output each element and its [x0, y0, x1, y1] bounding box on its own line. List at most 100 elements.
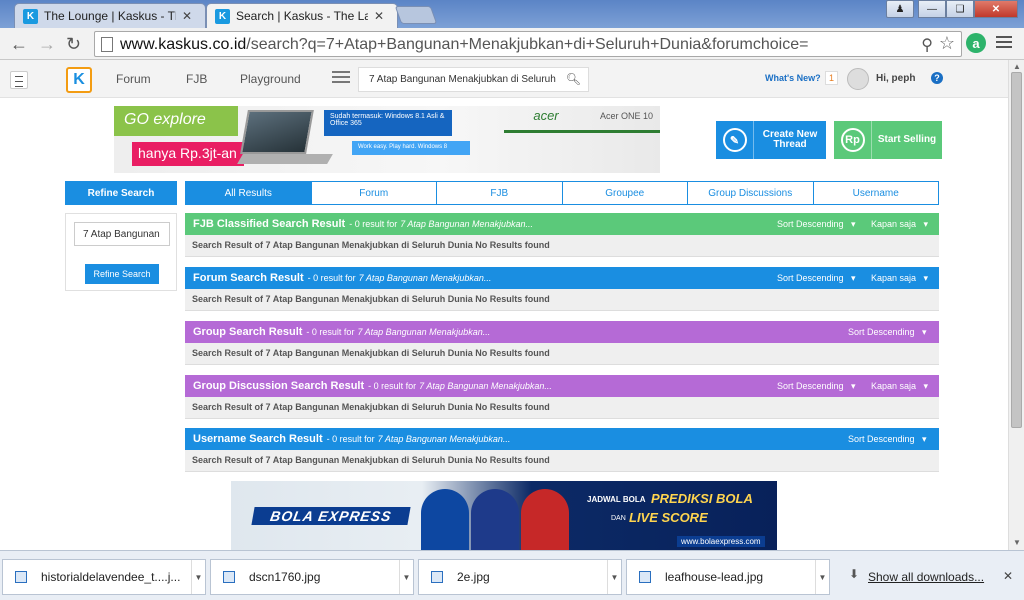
download-item[interactable]: dscn1760.jpg ▼ [210, 559, 414, 595]
refine-search-button[interactable]: Refine Search [85, 264, 159, 284]
address-bar[interactable]: www.kaskus.co.id/search?q=7+Atap+Banguna… [94, 31, 962, 57]
section-header: Group Search Result - 0 result for 7 Ata… [185, 321, 939, 343]
player-image [471, 489, 519, 550]
section-body: Search Result of 7 Atap Bangunan Menakju… [185, 343, 939, 365]
site-search-value: 7 Atap Bangunan Menakjubkan di Seluruh [369, 74, 556, 85]
player-image [521, 489, 569, 550]
section-count: - 0 result for [306, 327, 355, 337]
section-count: - 0 result for [349, 219, 398, 229]
create-thread-button[interactable]: ✎ Create New Thread [716, 121, 826, 159]
download-menu-icon[interactable]: ▼ [191, 560, 205, 594]
download-item[interactable]: leafhouse-lead.jpg ▼ [626, 559, 830, 595]
section-count: - 0 result for [368, 381, 417, 391]
bola-live-text: LIVE SCORE [629, 510, 708, 525]
section-header: Forum Search Result - 0 result for 7 Ata… [185, 267, 939, 289]
nav-forum[interactable]: Forum [116, 72, 151, 86]
section-body: Search Result of 7 Atap Bangunan Menakju… [185, 450, 939, 472]
chrome-menu-icon[interactable] [996, 36, 1012, 51]
whats-new-link[interactable]: What's New? [765, 73, 821, 83]
section-title: Username Search Result [193, 433, 323, 445]
section-header: FJB Classified Search Result - 0 result … [185, 213, 939, 235]
search-category-icon[interactable] [332, 71, 350, 86]
sort-dropdown[interactable]: Sort Descending ▾ [848, 434, 927, 445]
reload-icon[interactable]: ↻ [66, 34, 81, 55]
download-item[interactable]: historialdelavendee_t....j... ▼ [2, 559, 206, 595]
show-all-downloads-link[interactable]: Show all downloads... [868, 570, 984, 584]
sort-dropdown[interactable]: Sort Descending ▾ [777, 219, 856, 230]
bookmark-star-icon[interactable]: ☆ [939, 33, 955, 54]
time-dropdown[interactable]: Kapan saja ▾ [871, 381, 928, 392]
forward-arrow-icon[interactable]: → [38, 34, 56, 55]
new-tab-button[interactable] [394, 6, 438, 24]
download-menu-icon[interactable]: ▼ [815, 560, 829, 594]
scroll-down-icon[interactable]: ▼ [1013, 538, 1021, 547]
banner-go-explore: GO explore [114, 106, 238, 136]
banner-divider [504, 130, 660, 133]
image-file-icon [15, 571, 27, 583]
avatar[interactable] [847, 68, 869, 90]
tab-group-discussions[interactable]: Group Discussions [688, 181, 814, 205]
scroll-thumb[interactable] [1011, 72, 1022, 428]
site-header: K Forum FJB Playground 7 Atap Bangunan M… [0, 60, 1008, 98]
minimize-button[interactable]: — [918, 0, 946, 18]
user-profile-icon[interactable]: ♟ [886, 0, 914, 18]
download-arrow-icon: ⬇ [849, 567, 860, 581]
rupiah-icon: Rp [834, 121, 872, 159]
site-search-input[interactable]: 7 Atap Bangunan Menakjubkan di Seluruh 🔍… [358, 67, 589, 92]
banner-work-text: Work easy. Play hard. Windows 8 [352, 141, 470, 155]
page-scrollbar[interactable]: ▲ ▼ [1008, 60, 1024, 550]
close-downloads-icon[interactable]: ✕ [1003, 569, 1013, 583]
section-body: Search Result of 7 Atap Bangunan Menakju… [185, 397, 939, 419]
bola-url-text: www.bolaexpress.com [677, 536, 765, 547]
section-header: Username Search Result - 0 result for 7 … [185, 428, 939, 450]
site-menu-icon[interactable] [10, 71, 28, 89]
tab-groupee[interactable]: Groupee [562, 181, 688, 205]
refine-search-header: Refine Search [65, 181, 177, 205]
browser-tab-search[interactable]: K Search | Kaskus - The Larg ✕ [206, 3, 398, 28]
sort-dropdown[interactable]: Sort Descending ▾ [777, 273, 856, 284]
time-dropdown[interactable]: Kapan saja ▾ [871, 273, 928, 284]
section-header: Group Discussion Search Result - 0 resul… [185, 375, 939, 397]
maximize-button[interactable]: ❑ [946, 0, 974, 18]
download-menu-icon[interactable]: ▼ [399, 560, 413, 594]
tab-username[interactable]: Username [813, 181, 939, 205]
close-window-button[interactable]: ✕ [974, 0, 1018, 18]
section-title: Group Search Result [193, 326, 303, 338]
tab-all-results[interactable]: All Results [185, 181, 312, 205]
sort-dropdown[interactable]: Sort Descending ▾ [848, 327, 927, 338]
back-arrow-icon[interactable]: ← [10, 34, 28, 55]
download-item[interactable]: 2e.jpg ▼ [418, 559, 622, 595]
sort-dropdown[interactable]: Sort Descending ▾ [777, 381, 856, 392]
tab-title: Search | Kaskus - The Larg [236, 9, 368, 23]
nav-fjb[interactable]: FJB [186, 72, 207, 86]
acer-ad-banner[interactable]: GO explore hanya Rp.3jt-an Sudah termasu… [114, 106, 660, 173]
section-query: 7 Atap Bangunan Menakjubkan... [377, 434, 511, 444]
username-result-section: Username Search Result - 0 result for 7 … [185, 428, 939, 472]
forum-result-section: Forum Search Result - 0 result for 7 Ata… [185, 267, 939, 311]
notification-count-badge[interactable]: 1 [825, 71, 839, 85]
extension-icon[interactable]: a [966, 33, 986, 53]
user-greeting[interactable]: Hi, peph [876, 73, 915, 84]
browser-tab-lounge[interactable]: K The Lounge | Kaskus - The ✕ [14, 3, 206, 28]
tab-forum[interactable]: Forum [311, 181, 437, 205]
section-count: - 0 result for [307, 273, 356, 283]
image-file-icon [431, 571, 443, 583]
close-tab-icon[interactable]: ✕ [374, 9, 384, 23]
refine-search-input[interactable]: 7 Atap Bangunan [74, 222, 170, 246]
search-icon[interactable]: 🔍︎ [566, 72, 581, 86]
time-dropdown[interactable]: Kapan saja ▾ [871, 219, 928, 230]
start-selling-button[interactable]: Rp Start Selling [834, 121, 942, 159]
tab-fjb[interactable]: FJB [437, 181, 563, 205]
section-query: 7 Atap Bangunan Menakjubkan... [357, 327, 491, 337]
download-menu-icon[interactable]: ▼ [607, 560, 621, 594]
pencil-icon: ✎ [716, 121, 754, 159]
close-tab-icon[interactable]: ✕ [182, 9, 192, 23]
url-text: www.kaskus.co.id/search?q=7+Atap+Banguna… [120, 36, 809, 53]
nav-playground[interactable]: Playground [240, 72, 301, 86]
zoom-icon[interactable]: ⚲ [921, 35, 933, 55]
scroll-up-icon[interactable]: ▲ [1013, 62, 1021, 71]
laptop-image [240, 110, 314, 154]
kaskus-logo[interactable]: K [66, 67, 92, 93]
bola-express-ad-banner[interactable]: BOLA EXPRESS JADWAL BOLA PREDIKSI BOLA D… [231, 481, 777, 550]
help-icon[interactable]: ? [931, 72, 943, 84]
